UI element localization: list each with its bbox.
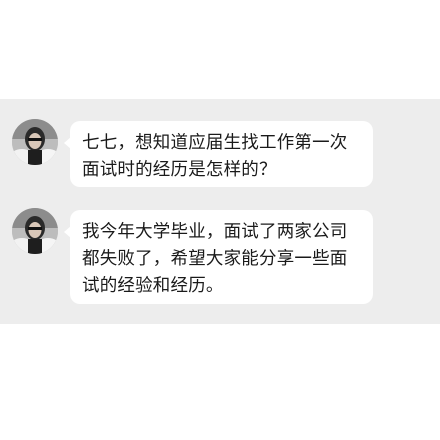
message-text: 七七，想知道应届生找工作第一次面试时的经历是怎样的？: [82, 133, 348, 180]
bubble-tail: [64, 226, 71, 238]
user-avatar-icon[interactable]: [12, 208, 58, 254]
message-bubble[interactable]: 我今年大学毕业，面试了两家公司都失败了，希望大家能分享一些面试的经验和经历。: [64, 210, 373, 304]
bubble-tail: [64, 137, 71, 149]
message-bubble[interactable]: 七七，想知道应届生找工作第一次面试时的经历是怎样的？: [64, 121, 373, 187]
chat-panel: 七七，想知道应届生找工作第一次面试时的经历是怎样的？ 我今年大学毕业，面试了两家…: [0, 99, 440, 324]
user-avatar-icon[interactable]: [12, 119, 58, 165]
message-text: 我今年大学毕业，面试了两家公司都失败了，希望大家能分享一些面试的经验和经历。: [82, 222, 348, 296]
